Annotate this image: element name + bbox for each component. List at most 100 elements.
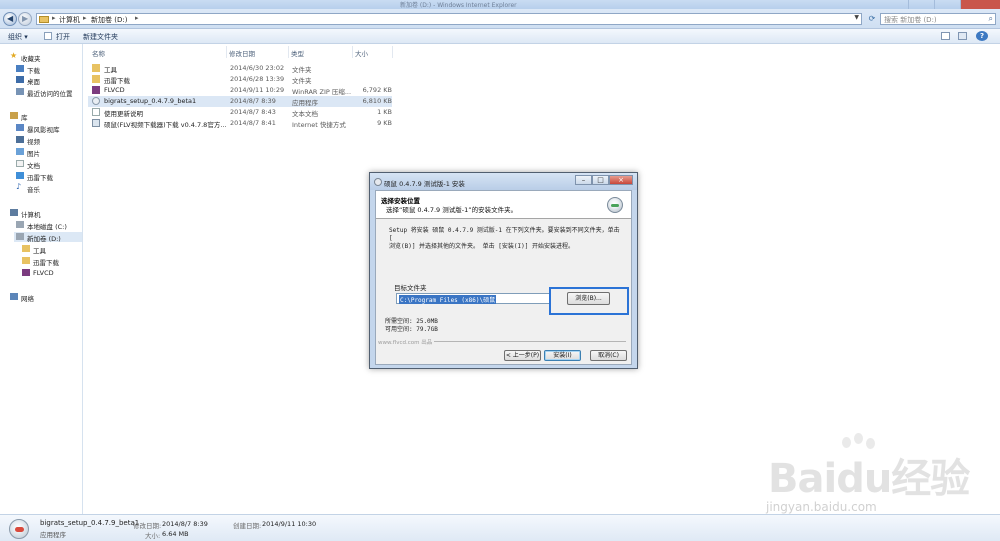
status-created-value: 2014/9/11 10:30 bbox=[262, 520, 317, 528]
app-icon bbox=[92, 97, 100, 105]
file-type: 应用程序 bbox=[292, 99, 318, 107]
table-row[interactable]: FLVCD 2014/9/11 10:29 WinRAR ZIP 压缩... 6… bbox=[88, 85, 392, 96]
file-date: 2014/8/7 8:41 bbox=[230, 119, 276, 127]
dialog-title-bar[interactable]: 硕鼠 0.4.7.9 测试版-1 安装 – □ × bbox=[370, 173, 637, 190]
nav-library[interactable]: 库 bbox=[10, 111, 80, 122]
nav-d-flvcd[interactable]: FLVCD bbox=[22, 268, 80, 278]
maximize-button[interactable] bbox=[934, 0, 960, 9]
watermark-logo: Baidu经验 bbox=[768, 456, 970, 502]
command-toolbar: 组织 ▾ 打开 新建文件夹 ? bbox=[0, 29, 1000, 44]
minimize-button[interactable] bbox=[908, 0, 934, 9]
breadcrumb-drive-d[interactable]: 新加卷 (D:) bbox=[91, 15, 127, 25]
column-divider[interactable] bbox=[352, 46, 353, 58]
documents-icon bbox=[16, 160, 24, 167]
watermark-paw-icon bbox=[854, 433, 863, 444]
install-button[interactable]: 安装(I) bbox=[544, 350, 581, 361]
nav-documents-label: 文档 bbox=[27, 162, 40, 170]
pictures-icon bbox=[16, 148, 24, 155]
search-input[interactable]: 搜索 新加卷 (D:) ⌕ bbox=[880, 13, 996, 25]
table-row[interactable]: 使用更新说明 2014/8/7 8:43 文本文档 1 KB bbox=[88, 107, 392, 118]
nav-local-c[interactable]: 本地磁盘 (C:) bbox=[16, 220, 80, 231]
new-folder-button[interactable]: 新建文件夹 bbox=[83, 32, 118, 42]
table-row[interactable]: 工具 2014/6/30 23:02 文件夹 bbox=[88, 63, 392, 74]
nav-favorites[interactable]: ★ 收藏夹 bbox=[10, 51, 80, 63]
chevron-right-icon: ▸ bbox=[135, 14, 139, 22]
dialog-minimize-button[interactable]: – bbox=[575, 175, 592, 185]
nav-pictures[interactable]: 图片 bbox=[16, 147, 80, 158]
close-button[interactable] bbox=[960, 0, 1000, 9]
install-instructions-line: Setup 将安装 硕鼠 0.4.7.9 测试版-1 在下列文件夹。要安装到不同… bbox=[389, 227, 620, 242]
column-divider[interactable] bbox=[226, 46, 227, 58]
search-icon[interactable]: ⌕ bbox=[989, 14, 993, 24]
drive-icon bbox=[16, 233, 24, 240]
column-header-type[interactable]: 类型 bbox=[291, 48, 304, 58]
status-modified-label: 修改日期: bbox=[133, 522, 162, 530]
column-header-modified[interactable]: 修改日期 bbox=[229, 48, 255, 58]
nav-downloads[interactable]: 下载 bbox=[16, 64, 80, 75]
download-folder-icon bbox=[16, 65, 24, 72]
column-divider[interactable] bbox=[392, 46, 393, 58]
file-date: 2014/9/11 10:29 bbox=[230, 86, 285, 94]
nav-storm-video[interactable]: 暴风影视库 bbox=[16, 123, 80, 134]
nav-music[interactable]: ♪ 音乐 bbox=[16, 182, 80, 194]
nav-computer[interactable]: 计算机 bbox=[10, 208, 80, 219]
nav-music-label: 音乐 bbox=[27, 186, 40, 194]
table-row[interactable]: bigrats_setup_0.4.7.9_beta1 2014/8/7 8:3… bbox=[88, 96, 392, 107]
nav-d-tools[interactable]: 工具 bbox=[22, 244, 80, 255]
window-title-bar: 新加卷 (D:) - Windows Internet Explorer bbox=[0, 0, 1000, 9]
column-divider[interactable] bbox=[288, 46, 289, 58]
breadcrumb-computer[interactable]: 计算机 bbox=[59, 15, 80, 25]
back-step-button[interactable]: < 上一步(P) bbox=[504, 350, 541, 361]
table-row[interactable]: 迅雷下载 2014/6/28 13:39 文件夹 bbox=[88, 74, 392, 85]
file-name: bigrats_setup_0.4.7.9_beta1 bbox=[104, 97, 197, 105]
arrow-right-icon: ▶ bbox=[22, 14, 29, 23]
organize-menu[interactable]: 组织 ▾ bbox=[8, 32, 28, 42]
chevron-down-icon[interactable]: ▼ bbox=[854, 14, 859, 21]
dialog-header: 选择安装位置 选择“硕鼠 0.4.7.9 测试版-1”的安装文件夹。 bbox=[376, 191, 631, 219]
view-options-icon[interactable] bbox=[941, 32, 950, 40]
nav-d-flvcd-label: FLVCD bbox=[33, 269, 54, 277]
file-name: 迅雷下载 bbox=[104, 77, 130, 85]
nav-d-thunder[interactable]: 迅雷下载 bbox=[22, 256, 80, 267]
nav-thunder[interactable]: 迅雷下载 bbox=[16, 171, 80, 182]
open-button[interactable]: 打开 bbox=[56, 32, 70, 42]
cancel-button[interactable]: 取消(C) bbox=[590, 350, 627, 361]
text-file-icon bbox=[92, 108, 100, 116]
folder-icon bbox=[22, 245, 30, 252]
table-row[interactable]: 硕鼠(FLV视频下载器)下载 v0.4.7.8官方... 2014/8/7 8:… bbox=[88, 118, 392, 129]
nav-downloads-label: 下载 bbox=[27, 67, 40, 75]
file-type: WinRAR ZIP 压缩... bbox=[292, 88, 352, 96]
nav-new-d[interactable]: 新加卷 (D:) bbox=[14, 232, 82, 243]
help-icon[interactable]: ? bbox=[976, 31, 988, 41]
back-button[interactable]: ◀ bbox=[3, 12, 17, 26]
nav-recent[interactable]: 最近访问的位置 bbox=[16, 87, 82, 98]
drive-icon bbox=[16, 221, 24, 228]
file-size: 6,810 KB bbox=[362, 97, 392, 105]
forward-button[interactable]: ▶ bbox=[18, 12, 32, 26]
file-name: 工具 bbox=[104, 66, 117, 74]
archive-icon bbox=[22, 269, 30, 276]
address-bar[interactable]: ▸ 计算机 ▸ 新加卷 (D:) ▸ ▼ bbox=[36, 13, 862, 25]
nav-local-c-label: 本地磁盘 (C:) bbox=[27, 223, 67, 231]
nav-video-label: 视频 bbox=[27, 138, 40, 146]
column-header-name[interactable]: 名称 bbox=[92, 48, 105, 58]
file-type: Internet 快捷方式 bbox=[292, 121, 346, 129]
column-header-size[interactable]: 大小 bbox=[355, 48, 368, 58]
dialog-close-button[interactable]: × bbox=[609, 175, 633, 185]
nav-video[interactable]: 视频 bbox=[16, 135, 80, 146]
recent-places-icon bbox=[16, 88, 24, 95]
file-size: 1 KB bbox=[377, 108, 392, 116]
address-row: ◀ ▶ ▸ 计算机 ▸ 新加卷 (D:) ▸ ▼ ⟳ 搜索 新加卷 (D:) ⌕ bbox=[0, 9, 1000, 29]
folder-icon bbox=[22, 257, 30, 264]
archive-icon bbox=[92, 86, 100, 94]
target-folder-input[interactable]: C:\Program Files (x86)\硕鼠 bbox=[396, 293, 551, 304]
dialog-maximize-button[interactable]: □ bbox=[592, 175, 609, 185]
nav-documents[interactable]: 文档 bbox=[16, 159, 80, 170]
status-size-label: 大小: bbox=[145, 532, 161, 540]
nav-d-tools-label: 工具 bbox=[33, 247, 46, 255]
nav-network[interactable]: 网络 bbox=[10, 292, 80, 303]
refresh-icon[interactable]: ⟳ bbox=[866, 13, 878, 25]
nav-desktop[interactable]: 桌面 bbox=[16, 75, 80, 86]
preview-pane-icon[interactable] bbox=[958, 32, 967, 40]
dialog-body: 选择安装位置 选择“硕鼠 0.4.7.9 测试版-1”的安装文件夹。 Setup… bbox=[375, 190, 632, 365]
